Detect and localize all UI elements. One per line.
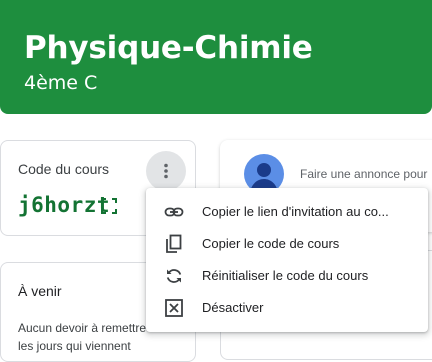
class-code-label: Code du cours (18, 161, 110, 177)
class-title[interactable]: Physique-Chimie (24, 30, 313, 66)
menu-item-reset-code[interactable]: Réinitialiser le code du cours (146, 260, 428, 292)
fullscreen-icon[interactable] (101, 198, 117, 214)
menu-item-label: Désactiver (202, 300, 264, 315)
class-section: 4ème C (24, 72, 98, 94)
upcoming-title: À venir (18, 283, 62, 299)
menu-item-label: Réinitialiser le code du cours (202, 268, 369, 283)
link-icon (164, 207, 184, 217)
announcement-placeholder[interactable]: Faire une annonce pour (300, 167, 427, 181)
reset-icon (166, 269, 182, 283)
menu-item-label: Copier le lien d'invitation au co... (202, 204, 389, 219)
class-banner: Physique-Chimie 4ème C (0, 0, 432, 114)
menu-item-copy-invite-link[interactable]: Copier le lien d'invitation au co... (146, 196, 428, 228)
class-code-value: j6horzt (18, 193, 111, 217)
disable-icon (165, 299, 183, 317)
more-options-button[interactable] (146, 151, 186, 191)
copy-icon (166, 234, 182, 253)
menu-item-label: Copier le code de cours (202, 236, 340, 251)
more-vert-icon (164, 163, 168, 179)
menu-item-copy-code[interactable]: Copier le code de cours (146, 228, 428, 260)
menu-item-disable[interactable]: Désactiver (146, 292, 428, 324)
class-code-menu: Copier le lien d'invitation au co... Cop… (146, 188, 428, 332)
